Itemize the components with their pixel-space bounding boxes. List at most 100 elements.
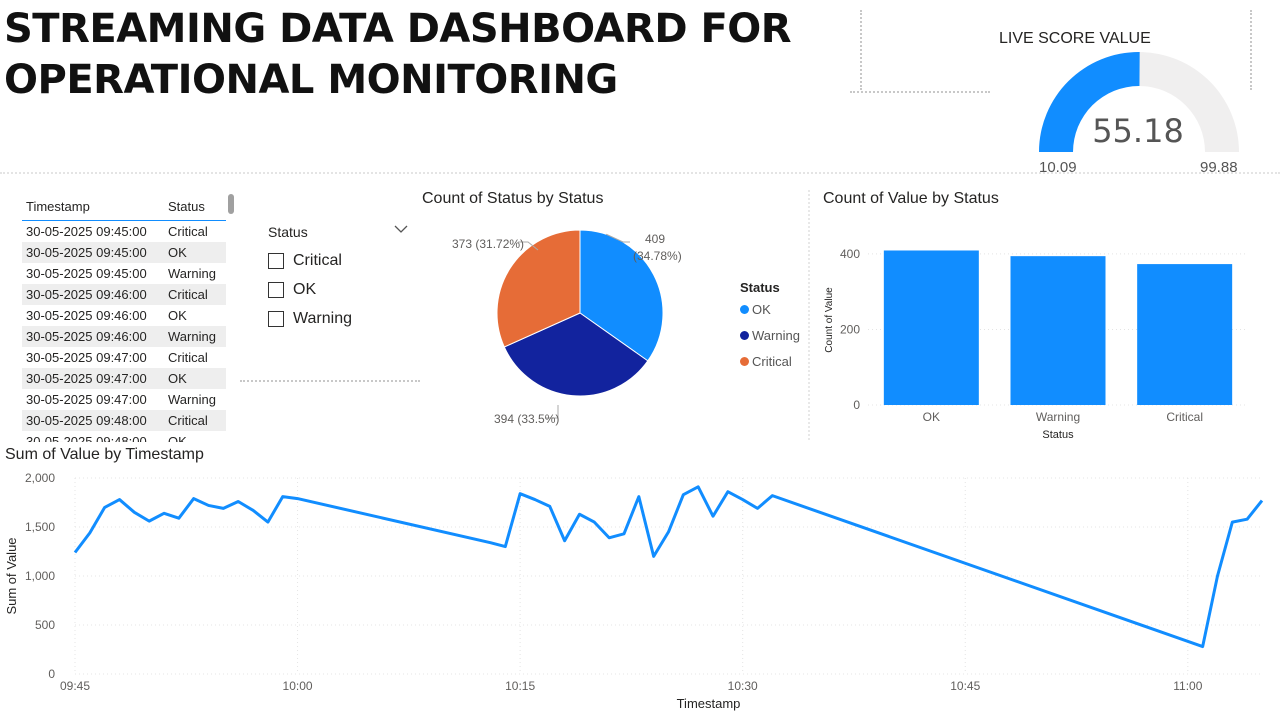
x-tick-label: Warning — [1036, 410, 1080, 424]
cell-status: Critical — [168, 350, 208, 365]
pie-legend: Status OK Warning Critical — [740, 280, 800, 374]
gauge-min-label: 10.09 — [1039, 159, 1077, 176]
legend-label: Critical — [752, 353, 792, 369]
pie-data-label: 409 — [645, 232, 665, 246]
table-scrollbar[interactable] — [228, 194, 234, 214]
x-tick-label: 09:45 — [60, 679, 90, 693]
cell-status: Warning — [168, 266, 216, 281]
pie-data-label: 394 (33.5%) — [494, 412, 559, 426]
cell-timestamp: 30-05-2025 09:47:00 — [26, 392, 147, 407]
cell-timestamp: 30-05-2025 09:48:00 — [26, 413, 147, 428]
checkbox[interactable] — [268, 310, 284, 327]
y-tick-label: 0 — [853, 398, 860, 412]
cell-timestamp: 30-05-2025 09:45:00 — [26, 245, 147, 260]
slicer-title: Status — [268, 224, 308, 240]
cell-status: OK — [168, 371, 187, 386]
pie-data-label: (34.78%) — [633, 249, 682, 263]
legend-label: OK — [752, 301, 771, 317]
pie-legend-title: Status — [740, 280, 780, 295]
gauge-title: LIVE SCORE VALUE — [999, 30, 1151, 47]
x-tick-label: 10:00 — [283, 679, 313, 693]
x-tick-label: 11:00 — [1173, 679, 1202, 693]
cell-status: Critical — [168, 224, 208, 239]
dashboard-title: STREAMING DATA DASHBOARD FOR OPERATIONAL… — [4, 4, 804, 106]
dotted-divider — [860, 10, 862, 90]
column-header-timestamp[interactable]: Timestamp — [22, 199, 168, 214]
y-tick-label: 400 — [840, 247, 860, 261]
dotted-divider — [1250, 10, 1252, 90]
line-series[interactable] — [73, 485, 1264, 649]
cell-timestamp: 30-05-2025 09:46:00 — [26, 329, 147, 344]
y-tick-label: 1,500 — [25, 520, 55, 534]
legend-item-warning[interactable]: Warning — [740, 322, 800, 348]
table-row[interactable]: 30-05-2025 09:47:00 Critical — [22, 347, 226, 368]
gauge-value: 55.18 — [1092, 112, 1184, 150]
x-tick-label: 10:45 — [950, 679, 980, 693]
bar-chart-title: Count of Value by Status — [823, 190, 999, 207]
table-row[interactable]: 30-05-2025 09:45:00 Critical — [22, 221, 226, 242]
bar-critical[interactable] — [1137, 264, 1233, 405]
bar-ok[interactable] — [883, 250, 979, 405]
y-axis-label: Sum of Value — [4, 537, 19, 614]
cell-timestamp: 30-05-2025 09:46:00 — [26, 308, 147, 323]
y-axis-label: Count of Value — [824, 287, 835, 353]
cell-status: OK — [168, 434, 187, 442]
table-body: 30-05-2025 09:45:00 Critical 30-05-2025 09… — [22, 221, 226, 442]
cell-timestamp: 30-05-2025 09:47:00 — [26, 350, 147, 365]
legend-dot — [740, 356, 749, 366]
cell-status: OK — [168, 308, 187, 323]
y-tick-label: 2,000 — [25, 471, 55, 485]
cell-timestamp: 30-05-2025 09:47:00 — [26, 371, 147, 386]
column-header-status[interactable]: Status — [168, 199, 226, 214]
y-tick-label: 500 — [35, 618, 55, 632]
table-row[interactable]: 30-05-2025 09:45:00 Warning — [22, 263, 226, 284]
slicer-option-ok[interactable]: OK — [268, 275, 408, 304]
cell-status: Critical — [168, 287, 208, 302]
table-row[interactable]: 30-05-2025 09:47:00 Warning — [22, 389, 226, 410]
line-chart[interactable]: 0 500 1,000 1,500 2,000 09:45 10:00 10:15 10:30 1… — [0, 462, 1281, 712]
pie-data-label: 373 (31.72%) — [452, 237, 524, 251]
table-row[interactable]: 30-05-2025 09:47:00 OK — [22, 368, 226, 389]
cell-timestamp: 30-05-2025 09:46:00 — [26, 287, 147, 302]
table-row[interactable]: 30-05-2025 09:46:00 Warning — [22, 326, 226, 347]
legend-label: Warning — [752, 327, 800, 343]
cell-timestamp: 30-05-2025 09:45:00 — [26, 224, 147, 239]
slicer-option-label: Warning — [293, 309, 352, 327]
title-line-2: OPERATIONAL MONITORING — [4, 57, 618, 103]
cell-timestamp: 30-05-2025 09:45:00 — [26, 266, 147, 281]
bar-warning[interactable] — [1010, 256, 1106, 405]
chevron-down-icon[interactable] — [394, 224, 408, 234]
pie-chart-title: Count of Status by Status — [422, 190, 604, 207]
bar-chart[interactable]: 0 200 400 OK Warning Critical Status Count of V… — [818, 225, 1258, 445]
table-row[interactable]: 30-05-2025 09:45:00 OK — [22, 242, 226, 263]
cell-status: OK — [168, 245, 187, 260]
table-row[interactable]: 30-05-2025 09:48:00 OK — [22, 431, 226, 442]
status-slicer[interactable]: Status Critical OK Warning — [268, 224, 408, 333]
legend-item-ok[interactable]: OK — [740, 296, 800, 322]
cell-status: Critical — [168, 413, 208, 428]
y-tick-label: 0 — [48, 667, 55, 681]
table-row[interactable]: 30-05-2025 09:46:00 Critical — [22, 284, 226, 305]
checkbox[interactable] — [268, 252, 284, 269]
dotted-divider — [0, 172, 1280, 174]
table-header: Timestamp Status — [22, 192, 226, 221]
slicer-option-label: Critical — [293, 251, 342, 269]
table-row[interactable]: 30-05-2025 09:46:00 OK — [22, 305, 226, 326]
title-line-1: STREAMING DATA DASHBOARD FOR — [4, 6, 792, 52]
cell-timestamp: 30-05-2025 09:48:00 — [26, 434, 147, 442]
pie-chart[interactable]: 409 (34.78%) 394 (33.5%) 373 (31.72%) — [420, 215, 730, 430]
status-table[interactable]: Timestamp Status 30-05-2025 09:45:00 Crit… — [22, 192, 226, 442]
slicer-option-warning[interactable]: Warning — [268, 304, 408, 333]
x-tick-label: 10:15 — [505, 679, 535, 693]
dotted-divider — [808, 190, 810, 440]
table-row[interactable]: 30-05-2025 09:48:00 Critical — [22, 410, 226, 431]
x-tick-label: 10:30 — [728, 679, 758, 693]
dotted-divider — [240, 380, 420, 382]
legend-item-critical[interactable]: Critical — [740, 348, 800, 374]
slicer-option-label: OK — [293, 280, 317, 298]
gauge-max-label: 99.88 — [1200, 159, 1238, 176]
slicer-option-critical[interactable]: Critical — [268, 246, 408, 275]
legend-dot — [740, 330, 749, 340]
checkbox[interactable] — [268, 281, 284, 298]
cell-status: Warning — [168, 329, 216, 344]
